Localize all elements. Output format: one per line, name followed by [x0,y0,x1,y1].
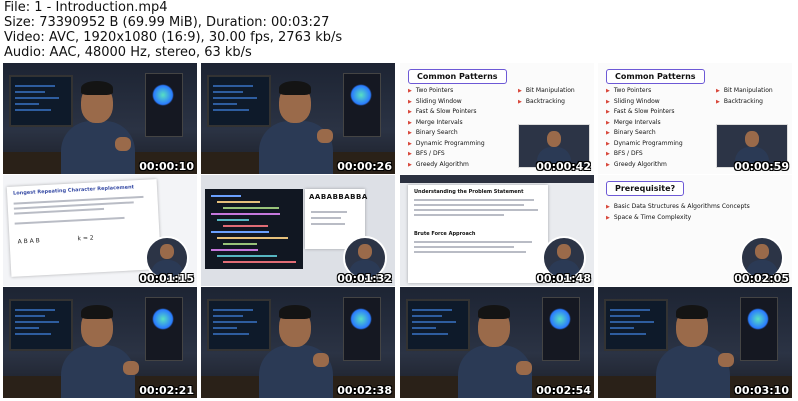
video-thumbnail: Prerequisite? Basic Data Structures & Alg… [598,175,792,286]
file-line: File: 1 - Introduction.mp4 [4,0,168,15]
pc-tower-image [343,73,381,137]
presenter-scene [3,287,197,398]
presenter-scene [201,287,395,398]
pc-tower-image [145,73,183,137]
pattern-item: Fast & Slow Pointers [606,108,675,115]
timestamp: 00:00:10 [139,160,194,173]
video-line: Video: AVC, 1920x1080 (16:9), 30.00 fps,… [4,30,343,45]
pattern-item: Fast & Slow Pointers [408,108,477,115]
video-thumbnail: 00:02:54 [400,287,594,398]
pc-tower-image [145,297,183,361]
prereq-item: Basic Data Structures & Algorithms Conce… [606,203,750,210]
pattern-item: Dynamic Programming [408,140,485,147]
pattern-item: Greedy Algorithm [606,161,667,168]
video-thumbnail: 00:02:38 [201,287,395,398]
timestamp: 00:03:10 [734,384,789,397]
presenter-image [656,345,730,398]
thumbnail-grid: 00:00:10 00:00:26 Common Patterns Two Poi… [3,63,797,399]
video-thumbnail: Common Patterns Two Pointers Sliding Windo… [400,63,594,174]
monitor-image [9,299,73,351]
video-thumbnail: Common Patterns Two Pointers Sliding Windo… [598,63,792,174]
k-value: k = 2 [77,234,94,243]
video-thumbnail: 00:03:10 [598,287,792,398]
prereq-item: Space & Time Complexity [606,214,691,221]
pattern-item: Binary Search [408,129,458,136]
video-thumbnail: 00:00:26 [201,63,395,174]
pc-tower-image [740,297,778,361]
pattern-item: Dynamic Programming [606,140,683,147]
input-string: AABABBABBA [309,193,368,201]
size-line: Size: 73390952 B (69.99 MiB), Duration: … [4,15,330,30]
timestamp: 00:02:54 [536,384,591,397]
pattern-item: Two Pointers [408,87,453,94]
slide-title: Prerequisite? [606,181,685,196]
sample-string: A B A B [17,237,40,246]
video-thumbnail: Understanding the Problem Statement Brut… [400,175,594,286]
slide-common-patterns: Common Patterns Two Pointers Sliding Windo… [598,63,792,174]
timestamp: 00:01:15 [139,272,194,285]
statement-subtitle: Brute Force Approach [414,231,476,237]
video-thumbnail: 00:02:21 [3,287,197,398]
pattern-item: Binary Search [606,129,656,136]
pattern-item: Bit Manipulation [518,87,575,94]
timestamp: 00:00:59 [734,160,789,173]
presenter-scene [201,63,395,174]
pc-tower-image [542,297,580,361]
slide-title: Common Patterns [408,69,507,84]
audio-line: Audio: AAC, 48000 Hz, stereo, 63 kb/s [4,45,252,60]
presenter-scene [598,287,792,398]
pattern-item: Sliding Window [606,98,660,105]
monitor-image [207,299,271,351]
slide-code-editor: AABABBABBA [201,175,395,286]
monitor-image [9,75,73,127]
monitor-image [207,75,271,127]
video-thumbnail: AABABBABBA 00:01:32 [201,175,395,286]
monitor-image [406,299,470,351]
pattern-item: Sliding Window [408,98,462,105]
pattern-item: BFS / DFS [606,150,643,157]
statement-title: Understanding the Problem Statement [414,189,524,195]
code-editor [205,189,303,269]
timestamp: 00:02:21 [139,384,194,397]
slide-title: Common Patterns [606,69,705,84]
presenter-scene [400,287,594,398]
pattern-item: Backtracking [518,98,565,105]
problem-title: Longest Repeating Character Replacement [12,184,135,197]
slide-prerequisite: Prerequisite? Basic Data Structures & Alg… [598,175,792,286]
pattern-item: Two Pointers [606,87,651,94]
timestamp: 00:01:32 [337,272,392,285]
timestamp: 00:02:38 [337,384,392,397]
pattern-item: Bit Manipulation [716,87,773,94]
pc-tower-image [343,297,381,361]
timestamp: 00:00:26 [337,160,392,173]
pattern-item: Merge Intervals [408,119,463,126]
file-info: File: 1 - Introduction.mp4 Size: 7339095… [4,0,342,60]
timestamp: 00:00:42 [536,160,591,173]
pattern-item: BFS / DFS [408,150,445,157]
slide-statement: Understanding the Problem Statement Brut… [400,175,594,286]
slide-problem: Longest Repeating Character Replacement … [3,175,197,286]
pattern-item: Merge Intervals [606,119,661,126]
monitor-image [604,299,668,351]
presenter-scene [3,63,197,174]
pattern-item: Backtracking [716,98,763,105]
timestamp: 00:01:48 [536,272,591,285]
timestamp: 00:02:05 [734,272,789,285]
slide-common-patterns: Common Patterns Two Pointers Sliding Windo… [400,63,594,174]
video-thumbnail: Longest Repeating Character Replacement … [3,175,197,286]
video-thumbnail: 00:00:10 [3,63,197,174]
pattern-item: Greedy Algorithm [408,161,469,168]
